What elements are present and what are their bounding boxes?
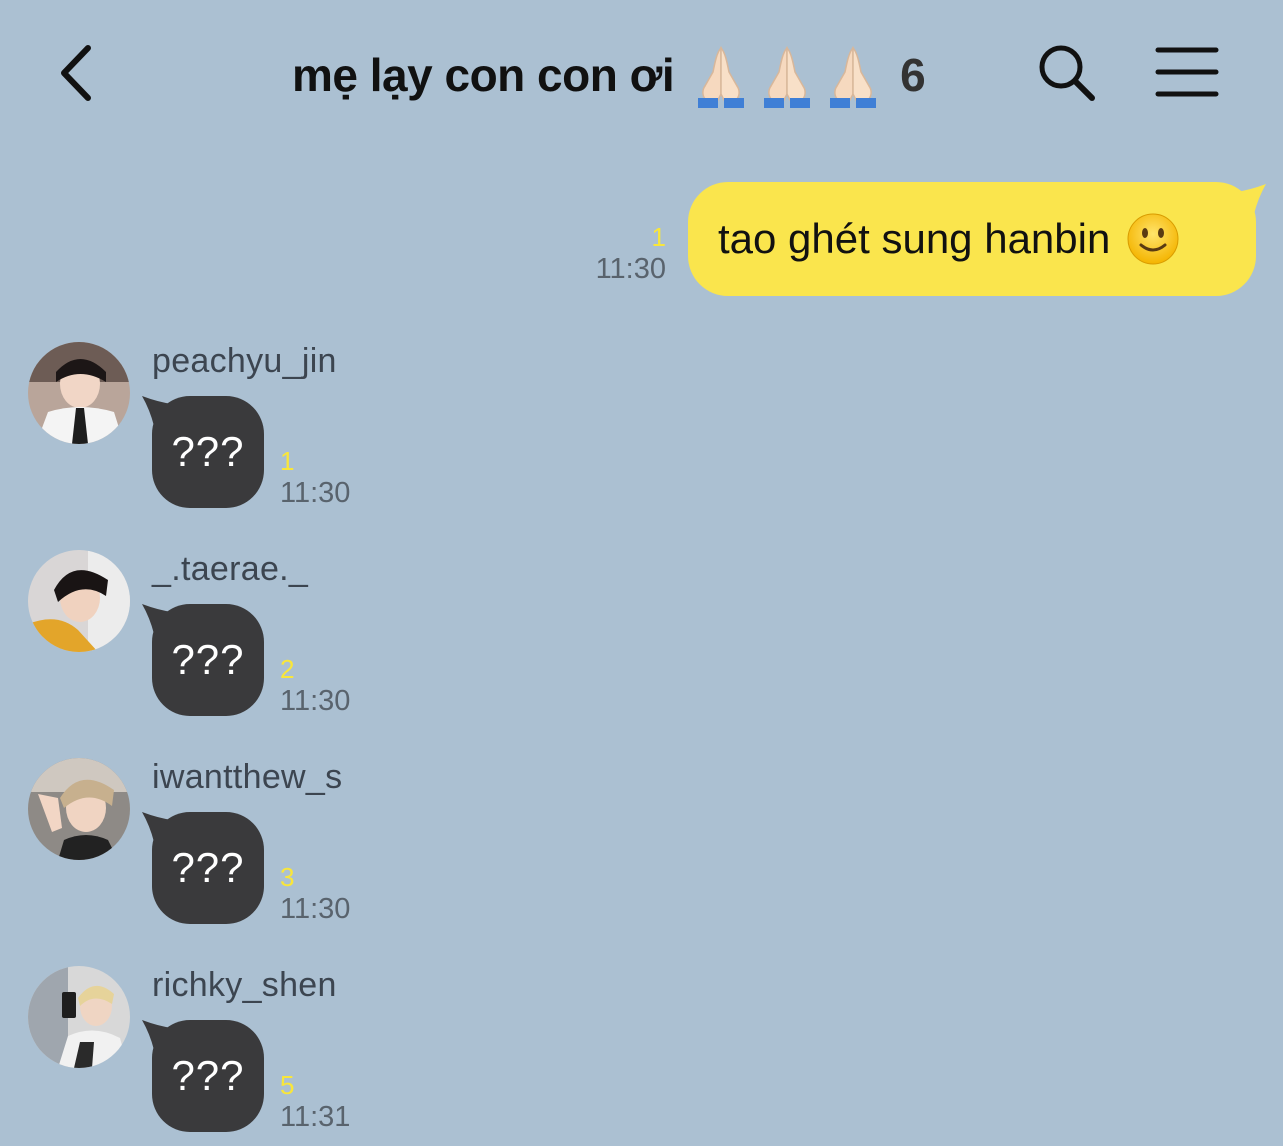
incoming-message: peachyu_jin ??? 1 11:30: [0, 342, 500, 522]
incoming-message-meta: 1 11:30: [280, 446, 350, 510]
folded-hands-icon: [764, 46, 811, 108]
outgoing-message-meta: 1 11:30: [596, 222, 666, 286]
avatar-photo: [28, 342, 130, 444]
message-time: 11:30: [595, 253, 666, 285]
sender-name: richky_shen: [152, 966, 337, 1004]
sender-name: peachyu_jin: [152, 342, 337, 380]
message-time: 11:31: [280, 1101, 351, 1133]
incoming-message: richky_shen ??? 5 11:31: [0, 966, 500, 1146]
chat-title: mẹ lạy con con ơi: [292, 49, 675, 101]
sender-name: iwantthew_s: [152, 758, 343, 796]
avatar[interactable]: [28, 966, 130, 1068]
avatar[interactable]: [28, 758, 130, 860]
chevron-left-icon: [61, 45, 91, 101]
incoming-message-text: ???: [171, 428, 245, 475]
menu-button[interactable]: [1154, 44, 1220, 100]
message-time: 11:30: [280, 685, 351, 717]
avatar[interactable]: [28, 550, 130, 652]
unread-count: 2: [280, 654, 295, 684]
avatar-photo: [28, 758, 130, 860]
incoming-bubble[interactable]: ???: [142, 396, 264, 508]
message-time: 11:30: [280, 477, 351, 509]
unread-count: 1: [280, 446, 295, 476]
incoming-message: _.taerae._ ??? 2 11:30: [0, 550, 500, 730]
chat-title-area[interactable]: mẹ lạy con con ơi 6: [292, 40, 926, 110]
outgoing-message[interactable]: tao ghét sung hanbin: [688, 182, 1266, 296]
folded-hands-icon: [698, 46, 745, 108]
avatar-photo: [28, 550, 130, 652]
incoming-message-meta: 3 11:30: [280, 862, 350, 926]
incoming-bubble[interactable]: ???: [142, 812, 264, 924]
incoming-message-meta: 5 11:31: [280, 1070, 350, 1134]
incoming-message-text: ???: [171, 844, 245, 891]
avatar[interactable]: [28, 342, 130, 444]
incoming-message-meta: 2 11:30: [280, 654, 350, 718]
incoming-bubble[interactable]: ???: [142, 604, 264, 716]
slightly-smiling-face-icon: [1127, 213, 1179, 265]
sender-name: _.taerae._: [152, 550, 309, 588]
unread-count: 5: [280, 1070, 295, 1100]
member-count: 6: [900, 49, 926, 101]
search-button[interactable]: [1036, 42, 1098, 104]
unread-count: 1: [651, 222, 666, 252]
chat-header: mẹ lạy con con ơi 6: [0, 0, 1283, 150]
incoming-message: iwantthew_s ??? 3 11:30: [0, 758, 500, 938]
hamburger-menu-icon: [1155, 47, 1219, 97]
outgoing-message-content: tao ghét sung hanbin: [718, 212, 1180, 266]
search-icon: [1039, 45, 1095, 101]
outgoing-message-text: tao ghét sung hanbin: [718, 215, 1111, 262]
back-button[interactable]: [52, 40, 102, 106]
incoming-bubble[interactable]: ???: [142, 1020, 264, 1132]
title-emoji-group: [688, 42, 886, 108]
folded-hands-icon: [830, 46, 877, 108]
avatar-photo: [28, 966, 130, 1068]
message-time: 11:30: [280, 893, 351, 925]
incoming-message-text: ???: [171, 636, 245, 683]
unread-count: 3: [280, 862, 295, 892]
bubble-tail: [1236, 184, 1266, 214]
incoming-message-text: ???: [171, 1052, 245, 1099]
